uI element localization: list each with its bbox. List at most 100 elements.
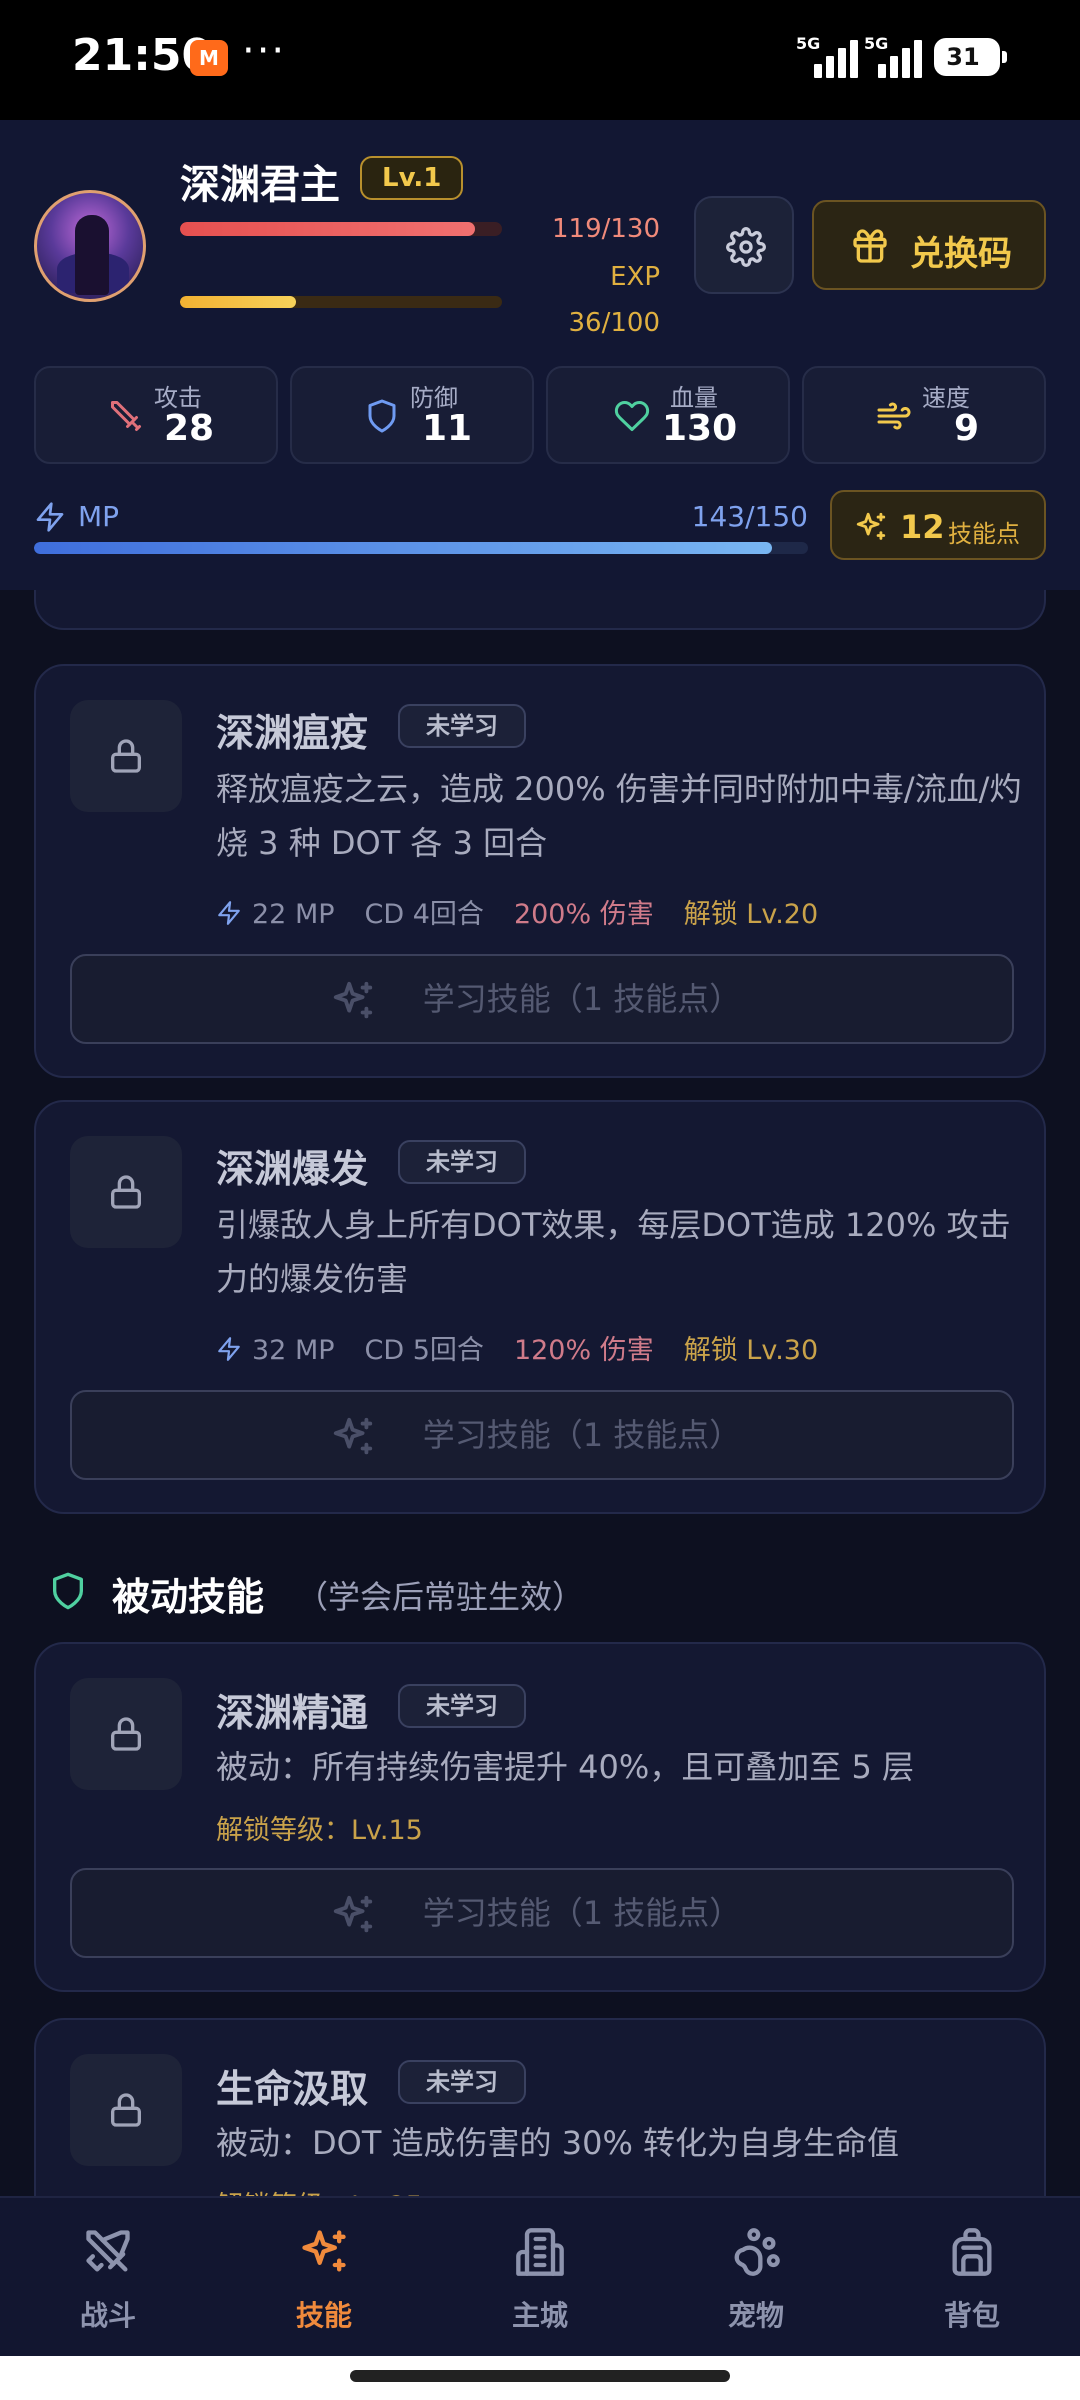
bottom-navigation: 战斗 技能 主城 宠物 背包	[0, 2196, 1080, 2356]
hp-bar-fill	[180, 222, 475, 236]
learn-skill-button[interactable]: 学习技能（1 技能点）	[70, 1868, 1014, 1958]
stat-value: 130	[662, 408, 738, 449]
nav-label: 战斗	[79, 2299, 136, 2332]
passive-skill-card: 深渊精通 未学习 被动：所有持续伤害提升 40%，且可叠加至 5 层 解锁等级：…	[34, 1642, 1046, 1992]
skill-name: 深渊瘟疫	[216, 711, 369, 755]
exp-text: 36/100	[568, 308, 660, 338]
signal-tag: 5G	[864, 34, 889, 53]
stat-value: 11	[422, 408, 473, 449]
skill-meta: 22 MP CD 4回合 200% 伤害 解锁 Lv.20	[216, 892, 818, 931]
learn-skill-label: 学习技能（1 技能点）	[422, 980, 742, 1018]
wind-icon	[877, 402, 911, 430]
skill-name: 深渊爆发	[216, 1147, 369, 1191]
nav-label: 宠物	[727, 2299, 784, 2332]
passive-skill-card: 生命汲取 未学习 被动：DOT 造成伤害的 30% 转化为自身生命值 解锁等级：…	[34, 2018, 1046, 2196]
stat-attack: 攻击 28	[34, 366, 278, 464]
skill-card: 深渊瘟疫 未学习 释放瘟疫之云，造成 200% 伤害并同时附加中毒/流血/灼烧 …	[34, 664, 1046, 1078]
skill-points-badge[interactable]: 12 技能点	[830, 490, 1046, 560]
skill-lock	[70, 1136, 182, 1248]
skill-description: 释放瘟疫之云，造成 200% 伤害并同时附加中毒/流血/灼烧 3 种 DOT 各…	[216, 770, 1022, 862]
nav-tab-backpack[interactable]: 背包	[902, 2226, 1042, 2336]
stat-hp: 血量 130	[546, 366, 790, 464]
learn-skill-label: 学习技能（1 技能点）	[422, 1894, 742, 1932]
backpack-icon	[952, 2228, 992, 2276]
hp-bar	[180, 222, 502, 236]
lock-icon	[111, 2093, 141, 2127]
skill-description: 被动：所有持续伤害提升 40%，且可叠加至 5 层	[216, 1748, 915, 1786]
sparkles-icon	[856, 512, 886, 540]
skills-list[interactable]: 深渊瘟疫 未学习 释放瘟疫之云，造成 200% 伤害并同时附加中毒/流血/灼烧 …	[0, 590, 1080, 2196]
app-notification-icon: M	[190, 40, 228, 76]
skill-mp-cost: 32 MP	[252, 1335, 335, 1366]
nav-tab-pets[interactable]: 宠物	[686, 2226, 826, 2336]
skill-status-badge: 未学习	[398, 2060, 526, 2104]
stat-defense: 防御 11	[290, 366, 534, 464]
nav-tab-battle[interactable]: 战斗	[38, 2226, 178, 2336]
skill-description: 引爆敌人身上所有DOT效果，每层DOT造成 120% 攻击力的爆发伤害	[216, 1206, 1011, 1298]
skill-unlock-level: 解锁等级：Lv.25	[216, 2184, 423, 2196]
redeem-code-label: 兑换码	[910, 234, 1012, 274]
nav-label: 背包	[943, 2299, 1000, 2332]
level-badge: Lv.1	[360, 156, 464, 200]
player-avatar[interactable]	[34, 190, 146, 302]
signal-5g-icon: 5G	[796, 34, 858, 78]
hp-text: 119/130	[551, 214, 660, 244]
skill-lock	[70, 2054, 182, 2166]
skill-name: 深渊精通	[216, 1691, 369, 1735]
skill-status-badge: 未学习	[398, 704, 526, 748]
skill-cooldown: CD 5回合	[364, 1335, 484, 1366]
signal-tag: 5G	[796, 34, 821, 53]
gear-icon	[726, 227, 766, 267]
stat-value: 9	[954, 408, 980, 449]
sparkles-icon	[302, 2230, 346, 2272]
stat-value: 28	[164, 408, 215, 449]
skill-meta: 32 MP CD 5回合 120% 伤害 解锁 Lv.30	[216, 1328, 818, 1367]
battery-level: 31	[946, 43, 980, 71]
lock-icon	[111, 1717, 141, 1751]
lock-icon	[111, 739, 141, 773]
learn-skill-button[interactable]: 学习技能（1 技能点）	[70, 954, 1014, 1044]
nav-tab-skills[interactable]: 技能	[254, 2226, 394, 2336]
redeem-code-button[interactable]: 兑换码	[812, 200, 1046, 290]
mp-text: 143/150	[691, 500, 808, 533]
nav-label: 主城	[511, 2299, 568, 2332]
lightning-icon	[218, 901, 240, 925]
shield-icon	[368, 399, 396, 433]
player-header: 深渊君主 Lv.1 119/130 EXP 36/100 兑换码 攻击 28 防…	[0, 120, 1080, 590]
status-bar: 21:50 M ··· 5G 5G 31	[0, 0, 1080, 120]
lock-icon	[111, 1175, 141, 1209]
skill-points-count: 12	[900, 508, 945, 546]
nav-label: 技能	[295, 2299, 352, 2332]
crossed-swords-icon	[86, 2230, 130, 2272]
skill-damage: 200% 伤害	[513, 899, 654, 930]
skill-card-previous	[34, 590, 1046, 630]
mp-label: MP	[78, 500, 120, 533]
signal-5g-icon-2: 5G	[864, 34, 926, 78]
building-icon	[516, 2228, 564, 2276]
heart-icon	[614, 400, 650, 431]
stat-speed: 速度 9	[802, 366, 1046, 464]
sword-icon	[111, 401, 141, 431]
learn-skill-button[interactable]: 学习技能（1 技能点）	[70, 1390, 1014, 1480]
paw-icon	[734, 2228, 780, 2276]
learn-skill-label: 学习技能（1 技能点）	[422, 1416, 742, 1454]
player-name: 深渊君主	[180, 162, 340, 208]
nav-tab-city[interactable]: 主城	[470, 2226, 610, 2336]
shield-icon	[53, 1572, 84, 1610]
app-screen: { "status_bar": { "time": "21:50", "app_…	[0, 0, 1080, 2400]
mp-bar-fill	[34, 542, 772, 554]
skill-name: 生命汲取	[216, 2067, 369, 2111]
skill-unlock-level: 解锁 Lv.20	[683, 899, 819, 930]
exp-bar	[180, 296, 502, 308]
skill-lock	[70, 700, 182, 812]
exp-label: EXP	[610, 262, 660, 292]
skill-card: 深渊爆发 未学习 引爆敌人身上所有DOT效果，每层DOT造成 120% 攻击力的…	[34, 1100, 1046, 1514]
more-notifications-icon: ···	[242, 28, 287, 74]
home-indicator[interactable]	[350, 2370, 730, 2382]
skill-cooldown: CD 4回合	[364, 899, 484, 930]
exp-bar-fill	[180, 296, 296, 308]
passive-section-title: 被动技能	[112, 1575, 265, 1619]
settings-button[interactable]	[694, 196, 794, 294]
skill-lock	[70, 1678, 182, 1790]
gift-icon	[853, 229, 887, 263]
